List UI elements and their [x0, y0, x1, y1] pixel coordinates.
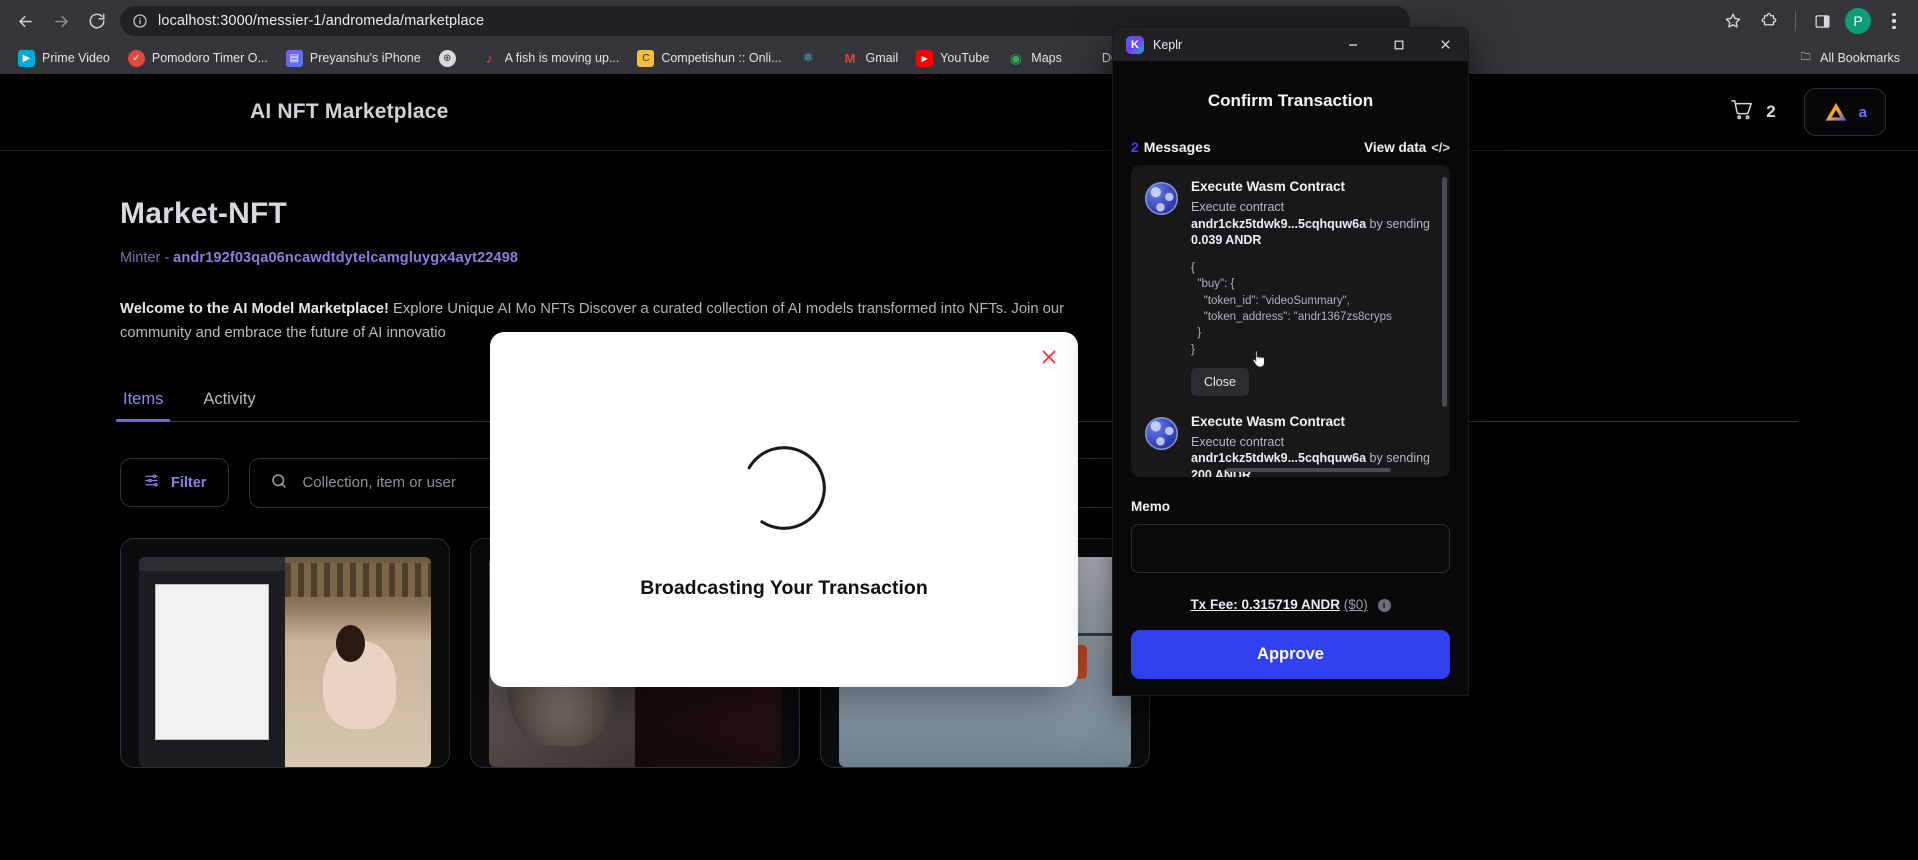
- messages-header: 2 Messages View data </>: [1131, 139, 1450, 155]
- reload-button[interactable]: [80, 4, 114, 38]
- message-title: Execute Wasm Contract: [1191, 413, 1346, 429]
- bookmarks-bar: ▶ Prime Video ✓ Pomodoro Timer O... ▤ Pr…: [0, 42, 1918, 74]
- message-json: { "buy": { "token_id": "videoSummary", "…: [1191, 261, 1392, 356]
- broadcast-caption: Broadcasting Your Transaction: [640, 577, 928, 599]
- browser-window: localhost:3000/messier-1/andromeda/marke…: [0, 0, 1918, 860]
- page-viewport: AI NFT Marketplace 2 a Market-NFT Minter…: [0, 74, 1918, 860]
- confirm-transaction-heading: Confirm Transaction: [1207, 91, 1374, 110]
- bookmark-star-icon[interactable]: [1717, 5, 1749, 37]
- address-bar-url: localhost:3000/messier-1/andromeda/marke…: [158, 13, 485, 29]
- contract-icon: [1145, 182, 1178, 215]
- message-desc-prefix: Execute contract: [1191, 434, 1285, 449]
- bookmark-label: A fish is moving up...: [504, 51, 620, 65]
- bookmark-label: Maps: [1031, 51, 1062, 65]
- gmail-icon: M: [844, 50, 856, 66]
- close-x-icon[interactable]: [1038, 346, 1060, 373]
- tx-fee-row: Tx Fee: 0.315719 ANDR ($0) i: [1131, 597, 1450, 612]
- keplr-logo-icon: K: [1126, 35, 1144, 54]
- message-amount: 0.039 ANDR: [1191, 233, 1262, 248]
- message-title: Execute Wasm Contract: [1191, 179, 1346, 194]
- prime-video-icon: ▶: [18, 49, 35, 67]
- bookmark-item[interactable]: ▶ Prime Video: [10, 46, 118, 71]
- message-contract: andr1ckz5tdwk9...5cqhquw6a: [1191, 451, 1367, 466]
- keplr-window-title: Keplr: [1153, 37, 1183, 52]
- message-desc-mid: by sending: [1366, 216, 1430, 231]
- bookmark-item[interactable]: ⊕: [431, 46, 471, 71]
- bookmark-item[interactable]: M Gmail: [834, 46, 907, 71]
- bookmark-label: Gmail: [865, 51, 899, 65]
- contract-icon: [1145, 416, 1178, 450]
- iphone-icon: ▤: [285, 49, 303, 67]
- youtube-icon: ▶: [916, 49, 934, 67]
- google-maps-icon: ◉: [1009, 49, 1022, 66]
- modal-backdrop: Broadcasting Your Transaction: [0, 74, 1918, 860]
- messages-horizontal-scrollbar[interactable]: [1226, 467, 1391, 472]
- forward-button[interactable]: [44, 4, 78, 38]
- code-brackets-icon: </>: [1431, 140, 1450, 155]
- bookmark-item[interactable]: ◉ Maps: [999, 46, 1070, 71]
- globe-icon: ⊕: [438, 49, 456, 67]
- competishun-icon: C: [637, 49, 655, 67]
- bookmark-label: Prime Video: [42, 51, 110, 65]
- bookmark-item[interactable]: ⚛: [792, 46, 832, 71]
- view-data-button[interactable]: View data </>: [1364, 140, 1450, 155]
- mouse-cursor: [1251, 349, 1267, 369]
- broadcast-modal: Broadcasting Your Transaction: [490, 332, 1078, 687]
- message-desc-mid: by sending: [1366, 451, 1430, 466]
- approve-button[interactable]: Approve: [1131, 629, 1450, 679]
- keplr-body: Confirm Transaction 2 Messages View data…: [1113, 61, 1468, 695]
- messages-list[interactable]: Execute Wasm Contract Execute contract a…: [1131, 165, 1450, 477]
- tiktok-icon: ♪: [485, 50, 493, 66]
- profile-avatar[interactable]: P: [1842, 5, 1874, 37]
- folder-icon: 🗀: [1800, 51, 1811, 63]
- keplr-titlebar: K Keplr: [1113, 28, 1468, 61]
- messages-count: 2: [1131, 139, 1139, 155]
- bookmark-label: Preyanshu's iPhone: [309, 51, 421, 65]
- message-item: Execute Wasm Contract Execute contract a…: [1145, 179, 1440, 396]
- message-body: Execute Wasm Contract Execute contract a…: [1191, 179, 1440, 396]
- browser-toolbar: localhost:3000/messier-1/andromeda/marke…: [0, 0, 1918, 42]
- close-icon[interactable]: [1422, 28, 1468, 61]
- back-button[interactable]: [8, 4, 42, 38]
- all-bookmarks-label: All Bookmarks: [1820, 51, 1900, 65]
- window-controls: [1330, 28, 1468, 61]
- bookmark-item[interactable]: ▤ Preyanshu's iPhone: [278, 46, 429, 71]
- view-data-label: View data: [1364, 140, 1427, 155]
- loading-spinner: [736, 440, 832, 536]
- message-description: Execute contract andr1ckz5tdwk9...5cqhqu…: [1191, 199, 1440, 249]
- memo-label: Memo: [1131, 498, 1171, 514]
- side-panel-icon[interactable]: [1806, 5, 1838, 37]
- bookmark-item[interactable]: ♪ A fish is moving up...: [473, 46, 628, 71]
- toolbar-divider: [1795, 11, 1796, 31]
- all-bookmarks-button[interactable]: 🗀 All Bookmarks: [1789, 46, 1908, 71]
- bookmark-label: Competishun :: Onli...: [661, 51, 782, 65]
- memo-input[interactable]: [1131, 523, 1450, 573]
- toolbar-actions: P: [1717, 5, 1910, 37]
- minimize-icon[interactable]: [1330, 28, 1376, 61]
- message-separator: [1145, 396, 1440, 414]
- bookmark-label: Pomodoro Timer O...: [151, 51, 268, 65]
- message-desc-prefix: Execute contract: [1191, 200, 1285, 214]
- messages-scrollbar[interactable]: [1442, 177, 1447, 407]
- bookmark-item[interactable]: ▶ YouTube: [908, 46, 997, 71]
- react-icon: ⚛: [802, 50, 814, 65]
- info-icon[interactable]: i: [1377, 598, 1391, 612]
- tx-fee-label[interactable]: Tx Fee: 0.315719 ANDR: [1190, 597, 1340, 612]
- pomodoro-timer-icon: ✓: [127, 49, 145, 67]
- maximize-icon[interactable]: [1376, 28, 1422, 61]
- kebab-menu-icon[interactable]: [1878, 5, 1910, 37]
- bookmark-label: YouTube: [940, 51, 990, 65]
- site-info-icon[interactable]: [132, 13, 148, 29]
- message-contract: andr1ckz5tdwk9...5cqhquw6a: [1191, 216, 1367, 231]
- bookmark-item[interactable]: ✓ Pomodoro Timer O...: [120, 46, 276, 71]
- extensions-puzzle-icon[interactable]: [1753, 5, 1785, 37]
- bookmark-item[interactable]: C Competishun :: Onli...: [629, 46, 789, 71]
- close-button[interactable]: Close: [1191, 367, 1249, 396]
- messages-label: Messages: [1143, 139, 1211, 155]
- keplr-window: K Keplr Confirm Transaction 2 Messages V…: [1113, 28, 1468, 695]
- tx-fee-usd: ($0): [1343, 596, 1368, 612]
- profile-initial: P: [1845, 8, 1871, 34]
